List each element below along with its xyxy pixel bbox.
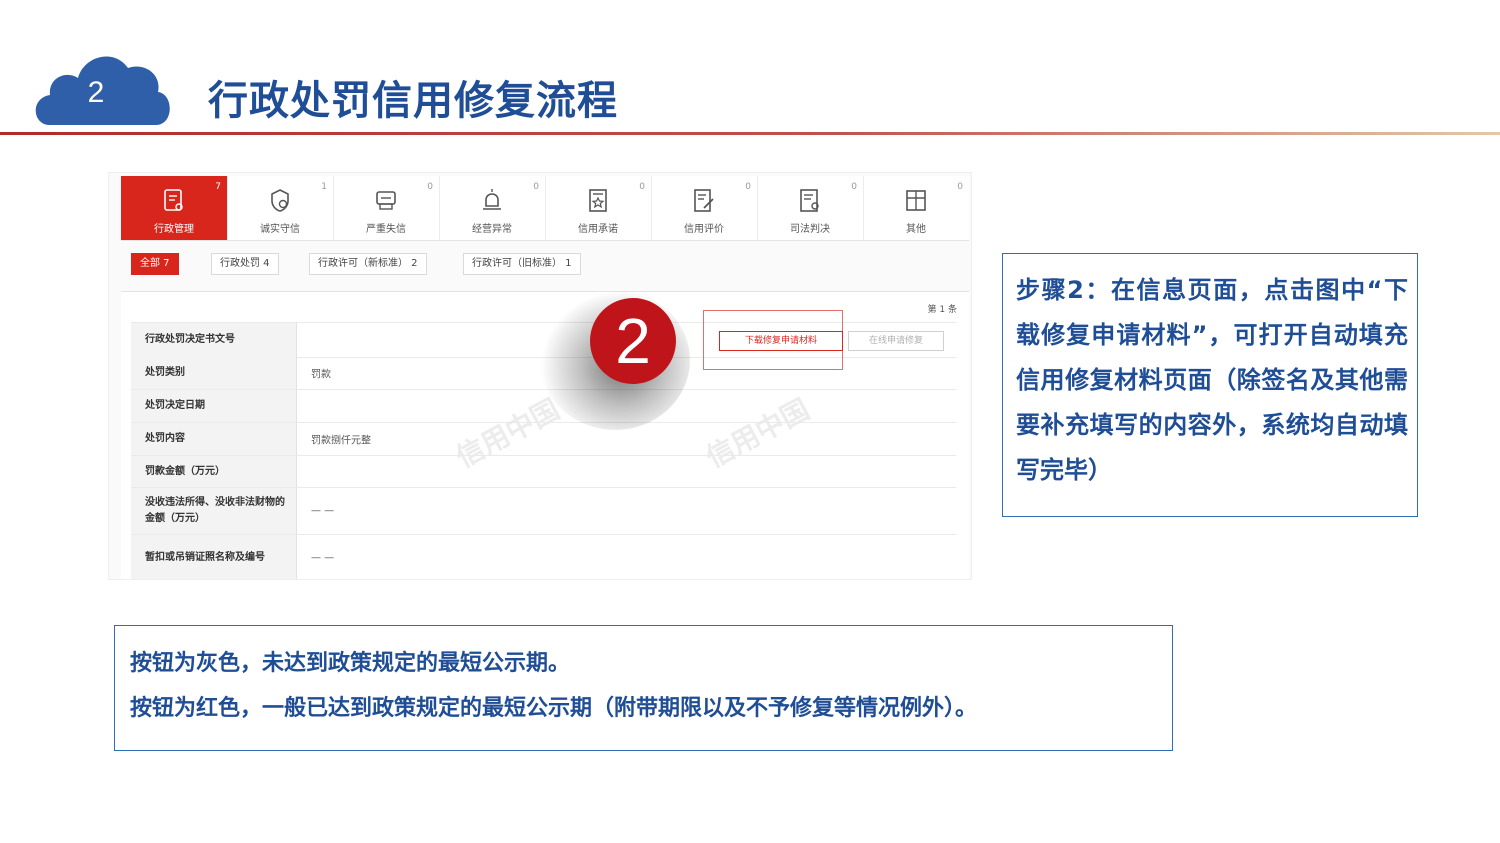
category-tabs: 7 行政管理 1 诚实守信 0 严重失信 0 经营异常 0 信用承诺 0 信用评…	[121, 176, 969, 241]
tab-other[interactable]: 0 其他	[863, 176, 969, 240]
tab-label: 严重失信	[366, 224, 406, 235]
tab-count: 0	[745, 182, 751, 192]
tab-count: 0	[957, 182, 963, 192]
tab-admin-management[interactable]: 7 行政管理	[121, 176, 228, 240]
row-label: 处罚决定日期	[145, 400, 205, 411]
step-number: 2	[87, 76, 105, 109]
tab-serious-dishonesty[interactable]: 0 严重失信	[333, 176, 440, 240]
tab-credit-evaluation[interactable]: 0 信用评价	[651, 176, 758, 240]
tab-label: 诚实守信	[260, 224, 300, 235]
row-value: — —	[311, 505, 335, 517]
download-repair-materials-button[interactable]: 下载修复申请材料	[719, 331, 843, 351]
page-count: 第 1 条	[927, 305, 957, 315]
step-description: 步骤2：在信息页面，点击图中“下载修复申请材料”，可打开自动填充信用修复材料页面…	[1016, 276, 1408, 484]
record-filters: 全部 7 行政处罚 4 行政许可（新标准） 2 行政许可（旧标准） 1	[121, 253, 969, 277]
tab-judicial-decision[interactable]: 0 司法判决	[757, 176, 864, 240]
table-row: 处罚内容 罚款捌仟元整	[131, 423, 956, 456]
tab-label: 经营异常	[472, 224, 512, 235]
filter-admin-penalty[interactable]: 行政处罚 4	[211, 253, 279, 275]
tab-label: 信用承诺	[578, 224, 618, 235]
row-label: 没收违法所得、没收非法财物的金额（万元）	[145, 497, 285, 524]
tab-credit-commitment[interactable]: 0 信用承诺	[545, 176, 652, 240]
online-repair-button[interactable]: 在线申请修复	[848, 331, 944, 351]
table-row: 没收违法所得、没收非法财物的金额（万元） — —	[131, 488, 956, 535]
tab-count: 1	[321, 182, 327, 192]
page-title: 行政处罚信用修复流程	[208, 78, 618, 124]
tab-count: 0	[851, 182, 857, 192]
table-row: 处罚决定日期	[131, 390, 956, 423]
website-screenshot: 7 行政管理 1 诚实守信 0 严重失信 0 经营异常 0 信用承诺 0 信用评…	[108, 172, 972, 580]
row-value: 罚款	[311, 369, 331, 381]
note-box	[114, 625, 1173, 751]
tab-label: 行政管理	[154, 224, 194, 235]
table-row: 罚款金额（万元）	[131, 456, 956, 488]
tab-label: 司法判决	[790, 224, 830, 235]
row-label: 暂扣或吊销证照名称及编号	[145, 552, 265, 563]
tab-count: 0	[639, 182, 645, 192]
filter-license-new[interactable]: 行政许可（新标准） 2	[309, 253, 427, 275]
title-divider	[0, 132, 1500, 135]
filter-license-old[interactable]: 行政许可（旧标准） 1	[463, 253, 581, 275]
tab-business-abnormal[interactable]: 0 经营异常	[439, 176, 546, 240]
row-label: 处罚内容	[145, 433, 185, 444]
note-gray-button: 按钮为灰色，未达到政策规定的最短公示期。	[130, 651, 571, 676]
filter-all[interactable]: 全部 7	[131, 253, 179, 275]
tab-count: 0	[427, 182, 433, 192]
row-label: 罚款金额（万元）	[145, 465, 225, 477]
tab-label: 信用评价	[684, 224, 724, 235]
tab-count: 7	[215, 182, 221, 192]
table-row: 暂扣或吊销证照名称及编号 — —	[131, 535, 956, 579]
row-value: — —	[311, 552, 335, 564]
row-label: 处罚类别	[145, 367, 185, 378]
tab-label: 其他	[906, 224, 926, 235]
tab-count: 0	[533, 182, 539, 192]
row-value: 罚款捌仟元整	[311, 435, 371, 447]
row-label: 行政处罚决定书文号	[145, 334, 235, 345]
tab-honesty[interactable]: 1 诚实守信	[227, 176, 334, 240]
note-red-button: 按钮为红色，一般已达到政策规定的最短公示期（附带期限以及不予修复等情况例外）。	[130, 696, 978, 721]
step-badge: 2	[590, 298, 676, 384]
